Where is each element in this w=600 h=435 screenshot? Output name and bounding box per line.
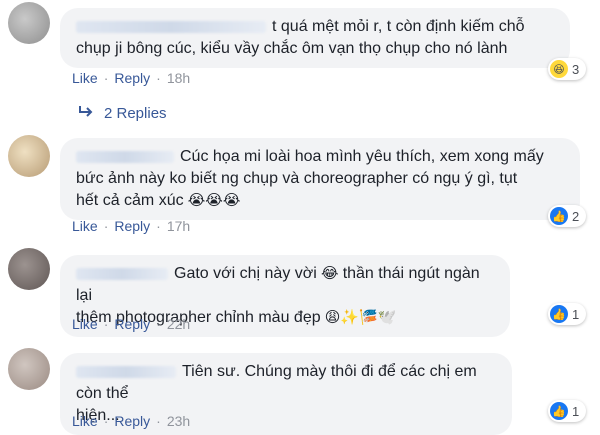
- reaction-count: 3: [572, 61, 580, 77]
- reply-link[interactable]: Reply: [114, 413, 150, 429]
- reply-link[interactable]: Reply: [114, 218, 150, 234]
- reply-link[interactable]: Reply: [114, 70, 150, 86]
- comment-actions: Like · Reply · 17h: [72, 218, 191, 234]
- replies-count: 2 Replies: [104, 104, 167, 122]
- like-link[interactable]: Like: [72, 218, 98, 234]
- like-reaction-icon: 👍: [550, 402, 568, 420]
- reaction-badge[interactable]: 👍 1: [548, 400, 586, 422]
- haha-reaction-icon: 😆: [550, 60, 568, 78]
- comment-text: t quá mệt mỏi r, t còn định kiếm chỗ: [272, 18, 525, 35]
- avatar[interactable]: [8, 248, 50, 290]
- reaction-count: 1: [572, 403, 580, 419]
- avatar[interactable]: [8, 2, 50, 44]
- avatar[interactable]: [8, 135, 50, 177]
- like-reaction-icon: 👍: [550, 207, 568, 225]
- reply-arrow-icon: [78, 104, 94, 122]
- comment-actions: Like · Reply · 18h: [72, 70, 191, 86]
- timestamp[interactable]: 22h: [167, 316, 190, 332]
- reaction-count: 2: [572, 208, 580, 224]
- commenter-name[interactable]: [76, 365, 176, 378]
- commenter-name[interactable]: [76, 150, 174, 163]
- reaction-count: 1: [572, 306, 580, 322]
- timestamp[interactable]: 18h: [167, 70, 190, 86]
- comment-bubble: t quá mệt mỏi r, t còn định kiếm chỗ chụ…: [60, 8, 570, 68]
- comment-text: chụp ji bông cúc, kiểu vầy chắc ôm vạn t…: [76, 40, 508, 57]
- like-link[interactable]: Like: [72, 316, 98, 332]
- reaction-badge[interactable]: 👍 2: [548, 205, 586, 227]
- commenter-name[interactable]: [76, 267, 168, 280]
- comment-actions: Like · Reply · 22h: [72, 316, 191, 332]
- timestamp[interactable]: 17h: [167, 218, 190, 234]
- laughing-emoji-icon: 😂: [316, 265, 343, 282]
- crying-emoji-icon: 😭😭😭: [183, 192, 241, 209]
- commenter-name[interactable]: [76, 20, 266, 33]
- comment-actions: Like · Reply · 23h: [72, 413, 191, 429]
- like-link[interactable]: Like: [72, 413, 98, 429]
- avatar[interactable]: [8, 348, 50, 390]
- sparkle-emoji-icon: 😩✨🎏🕊️: [320, 309, 397, 326]
- comment-text: bức ảnh này ko biết ng chụp và choreogra…: [76, 170, 518, 187]
- like-reaction-icon: 👍: [550, 305, 568, 323]
- reply-link[interactable]: Reply: [114, 316, 150, 332]
- comment-text: Gato với chị này vời: [174, 265, 317, 282]
- comment-text: hết cả cảm xúc: [76, 192, 184, 209]
- reaction-badge[interactable]: 👍 1: [548, 303, 586, 325]
- reaction-badge[interactable]: 😆 3: [548, 58, 586, 80]
- like-link[interactable]: Like: [72, 70, 98, 86]
- timestamp[interactable]: 23h: [167, 413, 190, 429]
- view-replies-link[interactable]: 2 Replies: [78, 104, 167, 122]
- comment-text: Cúc họa mi loài hoa mình yêu thích, xem …: [180, 148, 544, 165]
- comment-bubble: Cúc họa mi loài hoa mình yêu thích, xem …: [60, 138, 580, 220]
